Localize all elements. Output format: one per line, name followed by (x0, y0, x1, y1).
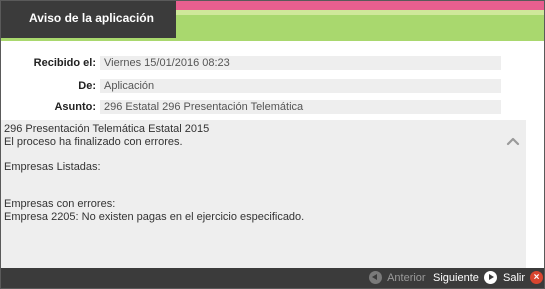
message-line (4, 173, 494, 186)
received-value: Viernes 15/01/2016 08:23 (100, 56, 501, 70)
message-line: Empresas con errores: (4, 198, 116, 210)
exit-label: Salir (503, 272, 526, 284)
message-panel[interactable]: 296 Presentación Telemática Estatal 2015… (1, 120, 526, 268)
previous-button[interactable]: Anterior (369, 268, 426, 288)
message-body: 296 Presentación Telemática Estatal 2015… (4, 123, 494, 223)
message-line (4, 148, 494, 161)
header-underline (1, 38, 544, 41)
message-line: 296 Presentación Telemática Estatal 2015 (4, 123, 210, 135)
arrow-right-circle-icon (483, 270, 497, 284)
message-line: Empresas Listadas: (4, 160, 101, 173)
footer-bar: Anterior Siguiente Salir × (1, 268, 544, 288)
from-label: De: (78, 80, 96, 92)
next-label: Siguiente (433, 272, 479, 284)
message-line: Empresa 2205: No existen pagas en el eje… (4, 210, 305, 223)
window-header: Aviso de la aplicación (1, 1, 544, 41)
received-label: Recibido el: (33, 57, 96, 69)
header-accent-stripe-pink (176, 1, 544, 10)
message-line (4, 186, 494, 199)
exit-button[interactable]: Salir × (503, 268, 544, 288)
message-scrollbar[interactable] (498, 120, 526, 268)
chevron-up-icon[interactable] (506, 136, 520, 146)
window-title: Aviso de la aplicación (1, 1, 176, 38)
close-circle-icon: × (530, 270, 544, 284)
subject-label: Asunto: (54, 101, 96, 113)
arrow-left-circle-icon (369, 270, 382, 284)
header-accent-stripe-green (176, 15, 544, 38)
message-line: El proceso ha finalizado con errores. (4, 135, 183, 148)
previous-label: Anterior (387, 272, 426, 284)
subject-value: 296 Estatal 296 Presentación Telemática (100, 100, 501, 114)
notification-window: Aviso de la aplicación Recibido el: Vier… (0, 0, 545, 289)
from-value: Aplicación (100, 79, 501, 93)
next-button[interactable]: Siguiente (433, 268, 497, 288)
